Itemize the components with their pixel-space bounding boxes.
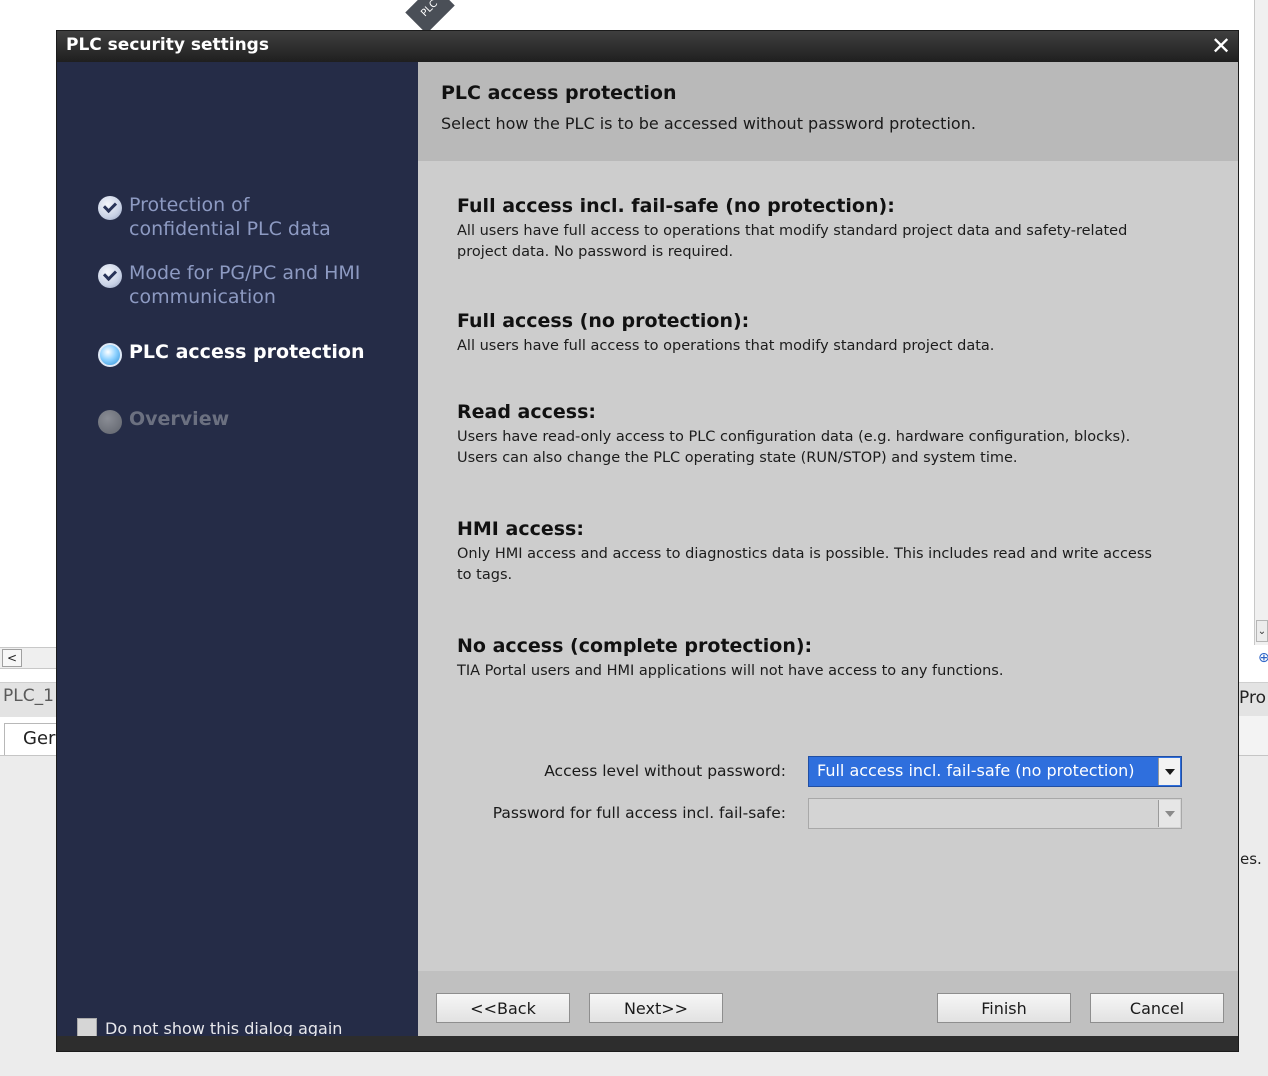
step-current-icon xyxy=(98,343,122,367)
step-mode-pg-pc-hmi[interactable]: Mode for PG/PC and HMI communication xyxy=(98,261,360,309)
inspector-text-fragment: es. xyxy=(1240,850,1262,868)
inspector-right-strip xyxy=(1238,716,1268,756)
back-button[interactable]: <<Back xyxy=(436,993,570,1023)
option-description: Users have read-only access to PLC confi… xyxy=(457,429,1131,466)
option-no-access: No access (complete protection): TIA Por… xyxy=(457,635,1217,682)
option-description: All users have full access to operations… xyxy=(457,223,1128,260)
dont-show-again[interactable]: Do not show this dialog again xyxy=(77,1018,342,1038)
vertical-scrollbar[interactable] xyxy=(1254,0,1268,645)
access-level-label: Access level without password: xyxy=(544,762,786,780)
page-subtitle: Select how the PLC is to be accessed wit… xyxy=(441,114,976,133)
wizard-content: PLC access protection Select how the PLC… xyxy=(418,62,1238,1036)
option-title: HMI access: xyxy=(457,518,584,540)
step-label: Protection of confidential PLC data xyxy=(129,194,331,240)
finish-button[interactable]: Finish xyxy=(937,993,1071,1023)
option-description: All users have full access to operations… xyxy=(457,338,995,354)
step-label: PLC access protection xyxy=(129,341,365,363)
access-level-dropdown[interactable]: Full access incl. fail-safe (no protecti… xyxy=(808,756,1182,787)
option-description: Only HMI access and access to diagnostic… xyxy=(457,546,1152,583)
next-button[interactable]: Next>> xyxy=(589,993,723,1023)
step-overview[interactable]: Overview xyxy=(98,407,229,434)
dialog-bottom-border xyxy=(57,1036,1238,1051)
option-hmi-access: HMI access: Only HMI access and access t… xyxy=(457,518,1217,586)
plc-security-dialog: PLC security settings ✕ Protection of co… xyxy=(57,31,1238,1051)
step-label: Mode for PG/PC and HMI communication xyxy=(129,262,361,308)
wizard-steps-sidebar: Protection of confidential PLC data Mode… xyxy=(57,62,418,1038)
dialog-titlebar: PLC security settings ✕ xyxy=(57,31,1238,62)
dont-show-checkbox[interactable] xyxy=(77,1018,97,1038)
chevron-down-icon[interactable] xyxy=(1158,758,1180,785)
step-done-icon xyxy=(98,196,122,220)
option-full-access: Full access (no protection): All users h… xyxy=(457,310,1217,357)
chevron-down-icon[interactable] xyxy=(1158,800,1180,827)
step-plc-access-protection[interactable]: PLC access protection xyxy=(98,340,365,367)
password-dropdown[interactable] xyxy=(808,798,1182,829)
step-done-icon xyxy=(98,264,122,288)
close-icon[interactable]: ✕ xyxy=(1208,33,1234,59)
option-full-access-fail-safe: Full access incl. fail-safe (no protecti… xyxy=(457,195,1217,263)
option-title: No access (complete protection): xyxy=(457,635,813,657)
dialog-footer: <<Back Next>> Finish Cancel xyxy=(418,971,1238,1036)
properties-tab[interactable]: Pro xyxy=(1239,688,1266,708)
content-header: PLC access protection Select how the PLC… xyxy=(418,62,1238,161)
access-level-value: Full access incl. fail-safe (no protecti… xyxy=(817,761,1135,780)
scroll-down-button[interactable]: ⌄ xyxy=(1256,620,1268,642)
option-description: TIA Portal users and HMI applications wi… xyxy=(457,663,1004,679)
password-label: Password for full access incl. fail-safe… xyxy=(492,804,786,822)
cancel-button[interactable]: Cancel xyxy=(1090,993,1224,1023)
step-protection-confidential-data[interactable]: Protection of confidential PLC data xyxy=(98,193,331,241)
inspector-title: PLC_1 xyxy=(3,686,54,706)
option-title: Read access: xyxy=(457,401,597,423)
option-title: Full access incl. fail-safe (no protecti… xyxy=(457,195,895,217)
page-title: PLC access protection xyxy=(441,82,677,104)
network-icon[interactable]: ⊕ xyxy=(1258,650,1268,666)
step-label: Overview xyxy=(129,408,230,430)
option-read-access: Read access: Users have read-only access… xyxy=(457,401,1217,469)
dont-show-label: Do not show this dialog again xyxy=(105,1018,343,1038)
option-title: Full access (no protection): xyxy=(457,310,750,332)
dialog-title: PLC security settings xyxy=(66,35,269,55)
scroll-left-button[interactable]: < xyxy=(2,649,22,667)
step-pending-icon xyxy=(98,410,122,434)
